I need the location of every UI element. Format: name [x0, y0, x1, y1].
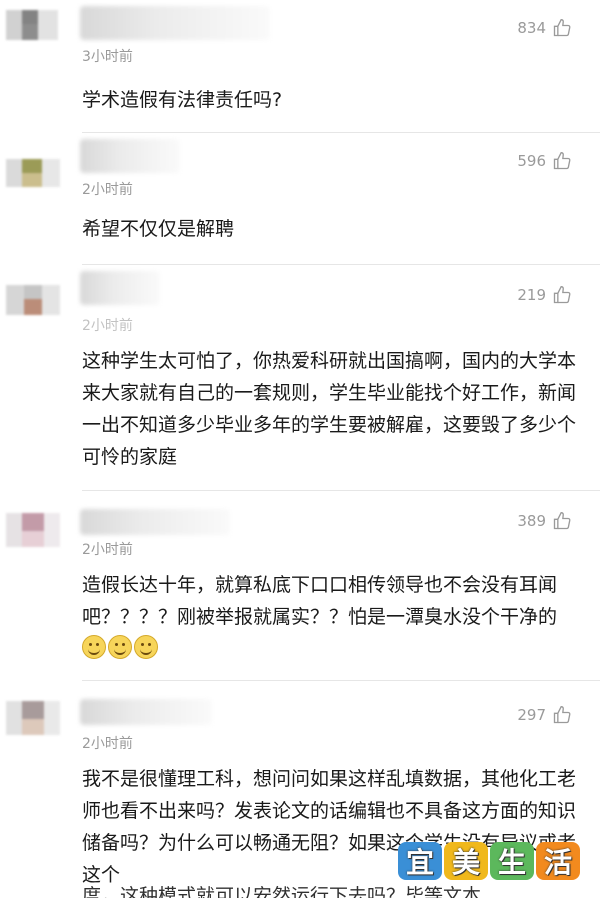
- thumbs-up-icon: [553, 151, 571, 170]
- smiley-emoji-icon: [134, 635, 158, 659]
- like-button[interactable]: 389: [517, 511, 572, 531]
- smiley-emoji-icon: [108, 635, 132, 659]
- thumbs-up-icon: [553, 285, 571, 304]
- comment-time: 3小时前: [82, 49, 133, 65]
- avatar[interactable]: [6, 4, 64, 62]
- like-button[interactable]: 596: [517, 151, 572, 171]
- comment-text: 这种学生太可怕了，你热爱科研就出国搞啊，国内的大学本来大家就有自己的一套规则，学…: [82, 350, 577, 468]
- comment-time: 2小时前: [82, 542, 133, 558]
- username-blurred[interactable]: [80, 699, 212, 725]
- like-button[interactable]: 297: [517, 705, 572, 725]
- comment-item: 2小时前 389 造假长达十年，就算私底下口口相传领导也不会没有耳闻吧？？？？刚…: [0, 491, 600, 679]
- comment-time: 2小时前: [82, 736, 133, 752]
- username-blurred[interactable]: [80, 139, 180, 173]
- avatar[interactable]: [6, 277, 64, 335]
- comment-item: 3小时前 834 学术造假有法律责任吗?: [0, 0, 600, 130]
- like-button[interactable]: 219: [517, 285, 572, 305]
- like-count: 596: [517, 152, 546, 170]
- comment-text-body: 造假长达十年，就算私底下口口相传领导也不会没有耳闻吧？？？？刚被举报就属实？？怕…: [82, 574, 558, 628]
- username-blurred[interactable]: [80, 271, 160, 305]
- thumbs-up-icon: [553, 18, 571, 37]
- like-count: 219: [517, 286, 546, 304]
- comment-time: 2小时前: [82, 182, 133, 198]
- comment-text: 造假长达十年，就算私底下口口相传领导也不会没有耳闻吧？？？？刚被举报就属实？？怕…: [82, 569, 578, 665]
- username-blurred[interactable]: [80, 509, 230, 535]
- watermark-logo: 宜 美 生 活: [398, 842, 580, 880]
- watermark-char: 美: [444, 842, 488, 880]
- comment-text: 希望不仅仅是解聘: [82, 218, 235, 240]
- avatar[interactable]: [6, 507, 64, 565]
- comment-text: 学术造假有法律责任吗?: [82, 89, 283, 111]
- watermark-char: 宜: [398, 842, 442, 880]
- username-blurred[interactable]: [80, 6, 270, 40]
- comment-item: 2小时前 219 这种学生太可怕了，你热爱科研就出国搞啊，国内的大学本来大家就有…: [0, 265, 600, 495]
- watermark-char: 生: [490, 842, 534, 880]
- thumbs-up-icon: [553, 705, 571, 724]
- comment-item: 2小时前 596 希望不仅仅是解聘: [0, 133, 600, 263]
- thumbs-up-icon: [553, 511, 571, 530]
- avatar[interactable]: [6, 695, 64, 753]
- like-count: 297: [517, 706, 546, 724]
- watermark-char: 活: [536, 842, 580, 880]
- like-button[interactable]: 834: [517, 18, 572, 38]
- comment-text-cutoff: 度，这种模式就可以安然运行下去吗？毕等文本: [82, 885, 482, 898]
- like-count: 389: [517, 512, 546, 530]
- smiley-emoji-icon: [82, 635, 106, 659]
- avatar[interactable]: [6, 151, 64, 209]
- comment-time: 2小时前: [82, 318, 133, 334]
- like-count: 834: [517, 19, 546, 37]
